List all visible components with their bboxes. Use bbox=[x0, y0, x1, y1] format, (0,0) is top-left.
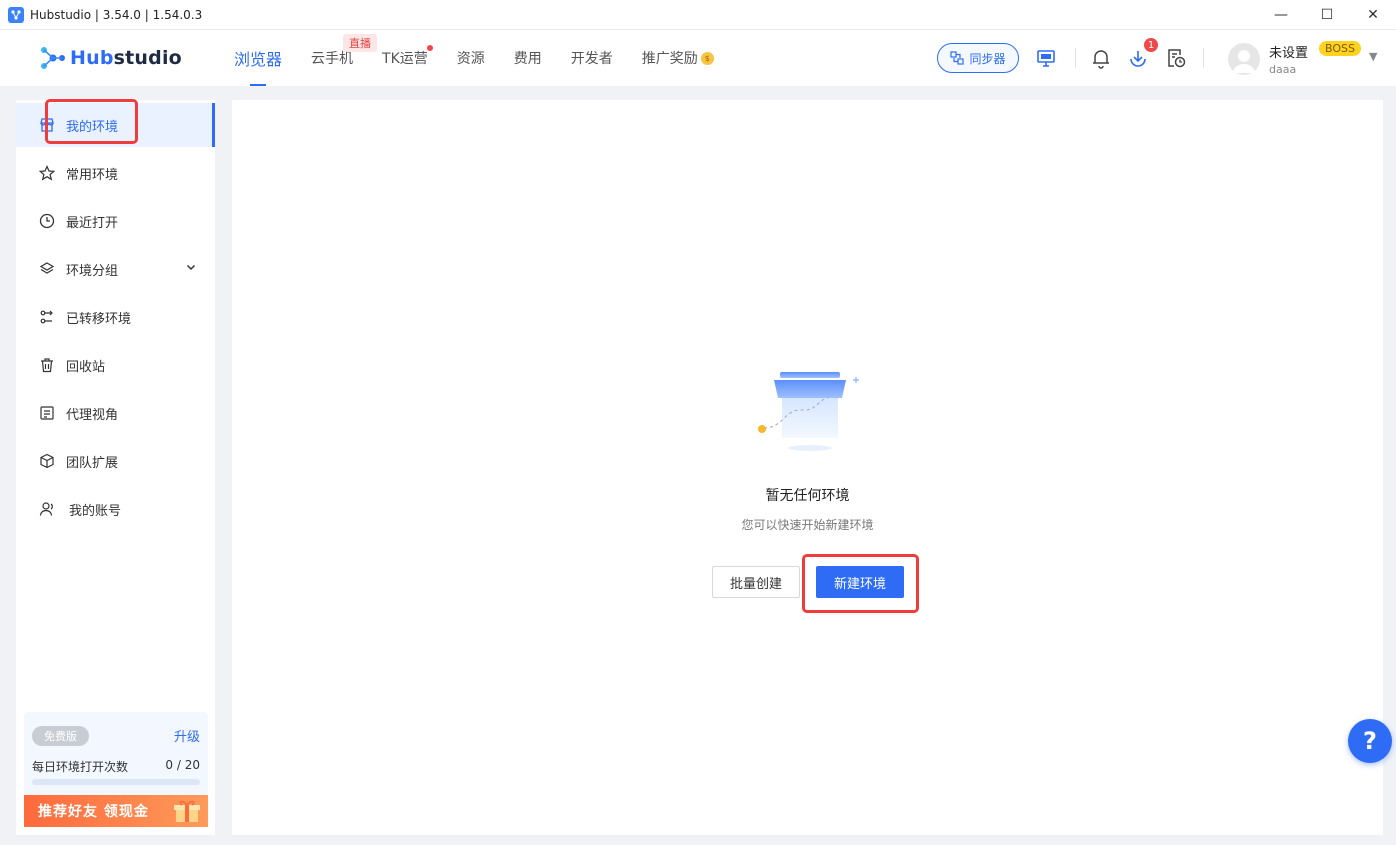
trash-icon bbox=[38, 356, 56, 374]
transfer-icon bbox=[38, 308, 56, 326]
window-controls: — ☐ ✕ bbox=[1258, 0, 1396, 30]
sidebar-item-team-ext[interactable]: 团队扩展 bbox=[16, 439, 215, 483]
cube-icon bbox=[38, 452, 56, 470]
notification-dot bbox=[426, 45, 433, 51]
highlight-box-my-env bbox=[45, 99, 138, 144]
help-button[interactable]: ? bbox=[1348, 719, 1392, 763]
monitor-icon[interactable] bbox=[1035, 47, 1057, 69]
sidebar: 我的环境 常用环境 最近打开 环境分组 已转移环境 回收站 代理视角 团队扩展 … bbox=[16, 100, 215, 835]
plan-panel: 免费版 升级 每日环境打开次数 0 / 20 推荐好友 领现金 bbox=[24, 712, 208, 827]
header-divider bbox=[1075, 48, 1076, 68]
avatar[interactable] bbox=[1228, 43, 1260, 75]
bell-icon[interactable] bbox=[1090, 47, 1112, 69]
chevron-down-icon[interactable]: ▼ bbox=[1369, 50, 1377, 63]
nav-browser[interactable]: 浏览器 bbox=[234, 30, 282, 86]
close-icon[interactable]: ✕ bbox=[1350, 0, 1396, 30]
top-header: Hubstudio 浏览器 云手机 直播 TK运营 资源 费用 开发者 推广奖励… bbox=[0, 30, 1396, 86]
main-nav: 浏览器 云手机 直播 TK运营 资源 费用 开发者 推广奖励 $ bbox=[234, 30, 743, 86]
live-badge: 直播 bbox=[343, 34, 378, 52]
window-title: Hubstudio | 3.54.0 | 1.54.0.3 bbox=[30, 7, 203, 22]
clock-icon bbox=[38, 212, 56, 230]
daily-open-label: 每日环境打开次数 bbox=[32, 760, 129, 774]
app-icon bbox=[8, 6, 24, 23]
logo-mark-icon bbox=[38, 44, 68, 72]
plan-tag: 免费版 bbox=[32, 726, 89, 746]
header-divider bbox=[1203, 48, 1204, 68]
minimize-icon[interactable]: — bbox=[1258, 0, 1304, 30]
nav-cloud-phone[interactable]: 云手机 直播 bbox=[311, 30, 378, 86]
logo[interactable]: Hubstudio bbox=[38, 44, 182, 72]
nav-fees[interactable]: 费用 bbox=[514, 30, 542, 86]
sidebar-item-recent[interactable]: 最近打开 bbox=[16, 199, 215, 243]
sidebar-item-my-account[interactable]: 我的账号 bbox=[16, 487, 215, 531]
upgrade-link[interactable]: 升级 bbox=[174, 726, 200, 745]
chevron-down-icon[interactable] bbox=[185, 261, 197, 277]
nav-referral-reward[interactable]: 推广奖励 $ bbox=[642, 30, 714, 86]
daily-open-progress bbox=[32, 779, 200, 785]
user-name[interactable]: 未设置 bbox=[1269, 42, 1308, 61]
sidebar-item-transferred[interactable]: 已转移环境 bbox=[16, 295, 215, 339]
nav-tk-ops[interactable]: TK运营 bbox=[382, 30, 433, 86]
layers-icon bbox=[38, 260, 56, 278]
schedule-icon[interactable] bbox=[1165, 47, 1187, 69]
coin-icon: $ bbox=[700, 51, 714, 65]
user-account: daaa bbox=[1269, 63, 1297, 76]
nav-developer[interactable]: 开发者 bbox=[571, 30, 613, 86]
title-bar: Hubstudio | 3.54.0 | 1.54.0.3 — ☐ ✕ bbox=[0, 0, 1396, 30]
sync-icon bbox=[950, 51, 965, 65]
highlight-box-new-env bbox=[802, 554, 919, 613]
empty-title: 暂无任何环境 bbox=[765, 488, 850, 504]
main-panel: 暂无任何环境 您可以快速开始新建环境 批量创建 新建环境 bbox=[232, 100, 1383, 835]
sidebar-item-favorites[interactable]: 常用环境 bbox=[16, 151, 215, 195]
empty-store-illustration bbox=[758, 372, 859, 451]
star-icon bbox=[38, 164, 56, 182]
sidebar-item-proxy-view[interactable]: 代理视角 bbox=[16, 391, 215, 435]
empty-subtitle: 您可以快速开始新建环境 bbox=[741, 518, 874, 532]
boss-badge: BOSS bbox=[1319, 41, 1361, 56]
daily-open-count: 0 / 20 bbox=[165, 758, 200, 772]
batch-create-button[interactable]: 批量创建 bbox=[712, 566, 800, 598]
list-icon bbox=[38, 404, 56, 422]
referral-banner[interactable]: 推荐好友 领现金 bbox=[24, 795, 208, 827]
sidebar-item-trash[interactable]: 回收站 bbox=[16, 343, 215, 387]
logo-text: Hubstudio bbox=[70, 47, 182, 69]
sync-button[interactable]: 同步器 bbox=[937, 43, 1019, 73]
sidebar-item-groups[interactable]: 环境分组 bbox=[16, 247, 215, 291]
user-icon bbox=[38, 500, 56, 518]
gift-icon bbox=[174, 800, 200, 822]
download-badge: 1 bbox=[1144, 38, 1158, 52]
nav-resources[interactable]: 资源 bbox=[457, 30, 485, 86]
maximize-icon[interactable]: ☐ bbox=[1304, 0, 1350, 30]
